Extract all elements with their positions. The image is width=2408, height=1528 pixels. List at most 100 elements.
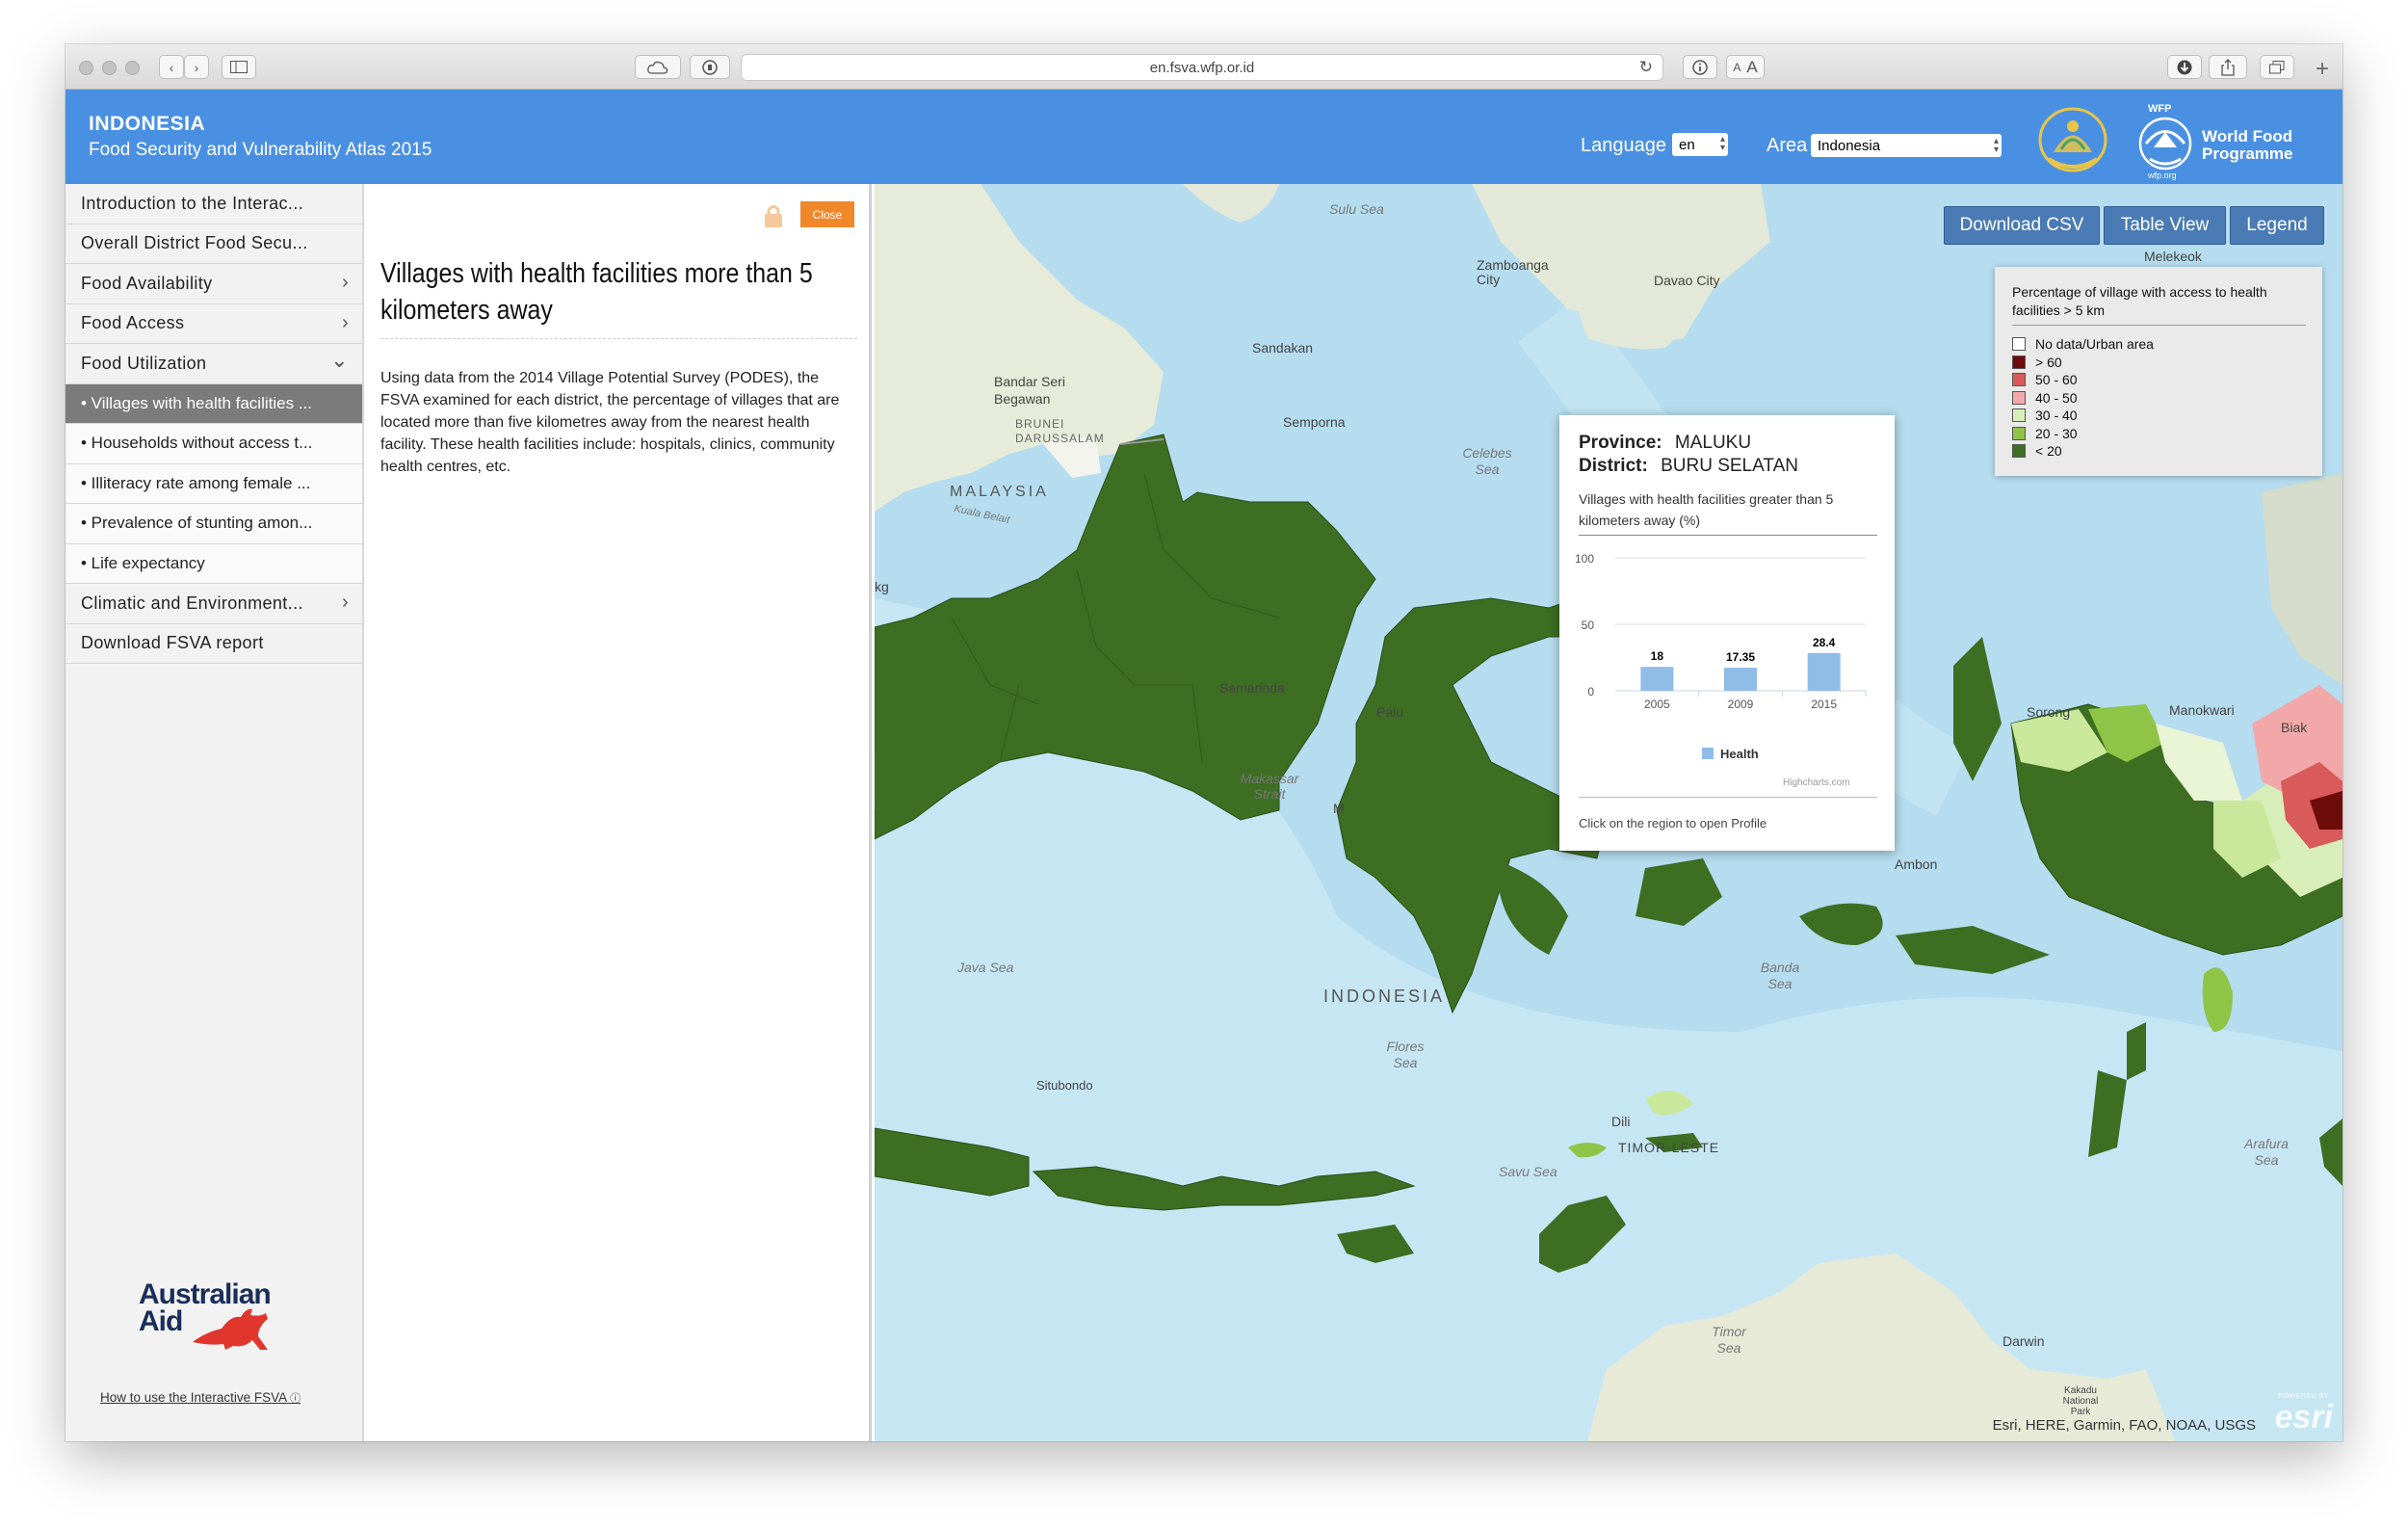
bar [1807,652,1841,691]
map-label-indonesia: INDONESIA [1323,987,1446,1006]
wfp-emblem-icon [2138,117,2192,171]
select-arrows-icon: ▴ ▾ [1719,134,1725,153]
tabs-overview-button[interactable] [2260,55,2294,79]
sidebar-item[interactable]: • Prevalence of stunting amon... [65,504,362,544]
sidebar-item[interactable]: Food Availability › [65,264,362,304]
map-label-flores-sea: Flores Sea [1386,1039,1425,1070]
forward-button[interactable]: › [184,55,209,79]
philippines-islands [1183,184,1279,223]
bar [1640,667,1674,691]
kangaroo-icon [193,1308,268,1350]
x-tick-label: 2015 [1811,698,1837,711]
map-label-darwin: Darwin [2002,1333,2045,1349]
language-select[interactable]: en ▴ ▾ [1672,133,1728,156]
legend-label: 20 - 30 [2035,425,2078,441]
close-panel-button[interactable]: Close [800,201,854,227]
lock-icon[interactable] [763,203,784,228]
reload-icon[interactable]: ↻ [1639,58,1653,77]
sidebar-menu: Introduction to the Interac... Overall Di… [65,184,362,664]
map-attribution: Esri, HERE, Garmin, FAO, NOAA, USGS [1992,1417,2256,1434]
zoom-window-button[interactable] [125,61,140,75]
sidebar-item[interactable]: • Life expectancy [65,543,362,584]
district-popup: Province: MALUKU District: BURU SELATAN … [1559,415,1895,851]
map-label-arafura: Arafura Sea [2244,1136,2289,1168]
downloads-button[interactable] [2167,55,2202,79]
png-land [2262,473,2343,685]
sidebar-item[interactable]: Introduction to the Interac... [65,184,362,224]
language-value: en [1679,136,1695,153]
popup-footer[interactable]: Click on the region to open Profile [1579,816,1767,830]
icloud-tabs-button[interactable] [635,55,681,79]
chevron-right-icon: › [341,311,349,333]
chevron-right-icon: › [194,59,199,75]
chart-legend-label: Health [1720,747,1759,761]
legend-item: 50 - 60 [2012,372,2078,387]
sidebar-toggle-button[interactable] [222,55,256,79]
map-label-situbondo: Situbondo [1036,1078,1093,1093]
minimize-window-button[interactable] [102,61,117,75]
map-view[interactable]: Sulu Sea Zamboanga City Davao City Melek… [875,184,2343,1441]
privacy-button[interactable] [690,55,730,79]
y-tick-label: 100 [1575,552,1594,566]
legend-swatch [2012,390,2026,405]
map-label-makassar: Makassar Strait [1240,771,1299,802]
sidebar-item[interactable]: Climatic and Environment... › [65,584,362,624]
ministry-emblem-logo [2038,107,2107,172]
sidebar-item[interactable]: • Households without access t... [65,424,362,464]
share-button[interactable] [2209,55,2247,79]
map-label-palu: Palu [1376,704,1404,720]
legend-button[interactable]: Legend [2230,206,2324,245]
table-view-button[interactable]: Table View [2104,206,2226,245]
map-label-banda-sea: Banda Sea [1760,960,1800,991]
x-tick-label: 2005 [1644,698,1670,711]
close-window-button[interactable] [79,61,93,75]
sidebar-item[interactable]: • Illiteracy rate among female ... [65,463,362,504]
sidebar-item-label: • Illiteracy rate among female ... [81,473,311,492]
chevron-right-icon: › [341,592,349,613]
y-tick-label: 0 [1587,685,1594,698]
map-label-davao: Davao City [1654,273,1720,288]
reader-font-button[interactable]: A A [1726,55,1765,79]
sidebar-nav: Introduction to the Interac... Overall Di… [65,184,364,1441]
download-csv-button[interactable]: Download CSV [1944,206,2100,245]
help-icon: ⓘ [290,1393,301,1405]
legend-swatch [2012,373,2026,386]
sidebar-item-label: • Life expectancy [81,553,205,572]
wfp-name-line2: Programme [2202,145,2293,163]
panel-description: Using data from the 2014 Village Potenti… [380,370,840,475]
area-select[interactable]: Indonesia ▴ ▾ [1811,134,2002,157]
popup-divider [1579,535,1877,536]
sidebar-item[interactable]: • Villages with health facilities ... [65,383,362,424]
legend-label: 50 - 60 [2035,372,2078,387]
help-link-text: How to use the Interactive FSVA [100,1390,287,1405]
banggai-island [1636,858,1722,926]
address-bar[interactable]: en.fsva.wfp.or.id ↻ [741,54,1663,81]
sulawesi-southeast [1491,858,1568,955]
chevron-down-icon: ⌄ [330,348,349,372]
wfp-top-text: WFP [2148,103,2172,115]
panel-title: Villages with health facilities more tha… [380,258,813,326]
sidebar-item-label: Food Utilization [81,353,207,373]
sidebar-item[interactable]: Food Utilization ⌄ [65,344,362,384]
info-button[interactable] [1683,55,1717,79]
new-tab-icon[interactable]: + [2316,56,2329,83]
aid-text-line2: Aid [139,1305,183,1337]
app-title: INDONESIA [89,113,206,135]
back-button[interactable]: ‹ [159,55,184,79]
app-header: INDONESIA Food Security and Vulnerabilit… [65,90,2343,184]
map-label-timor-leste: TIMOR-LESTE [1618,1140,1720,1155]
legend-label: > 60 [2035,354,2062,370]
data-label: 17.35 [1726,650,1755,664]
select-arrows-icon: ▴ ▾ [1993,136,1999,155]
legend-swatch [2012,426,2026,440]
help-link[interactable]: How to use the Interactive FSVA ⓘ [100,1390,301,1406]
kai-islands [2127,1022,2146,1080]
esri-logo: POWERED BY esri [2261,1393,2334,1436]
sidebar-item[interactable]: Overall District Food Secu... [65,224,362,264]
legend-item: No data/Urban area [2012,336,2154,352]
sidebar-item[interactable]: Download FSVA report [65,624,362,664]
popup-chart-title: Villages with health facilities greater … [1579,491,1834,528]
sidebar-item[interactable]: Food Access › [65,304,362,344]
province-label: Province: [1579,433,1662,453]
area-label: Area [1767,135,1808,156]
